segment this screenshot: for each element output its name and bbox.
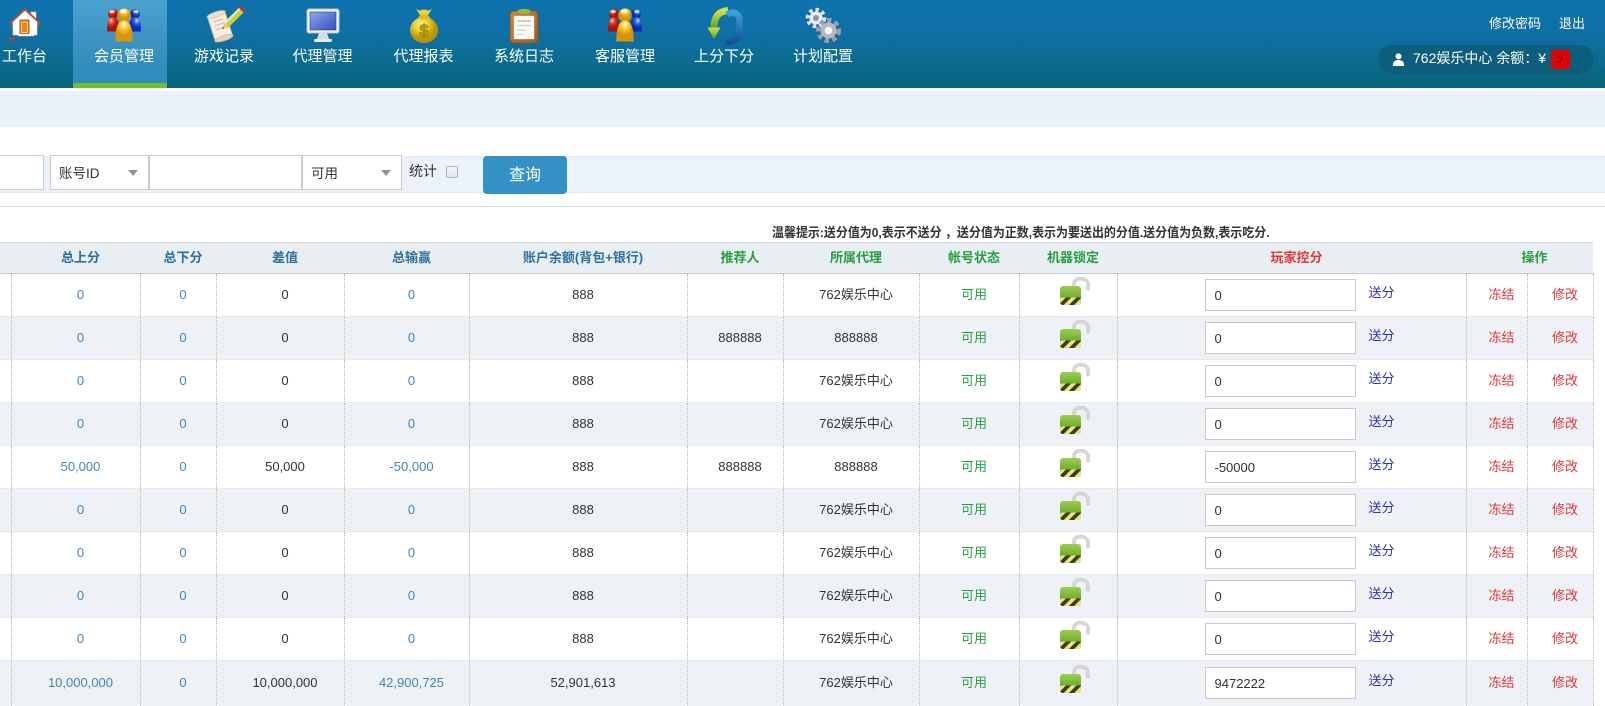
svg-text:$: $ — [419, 21, 429, 40]
